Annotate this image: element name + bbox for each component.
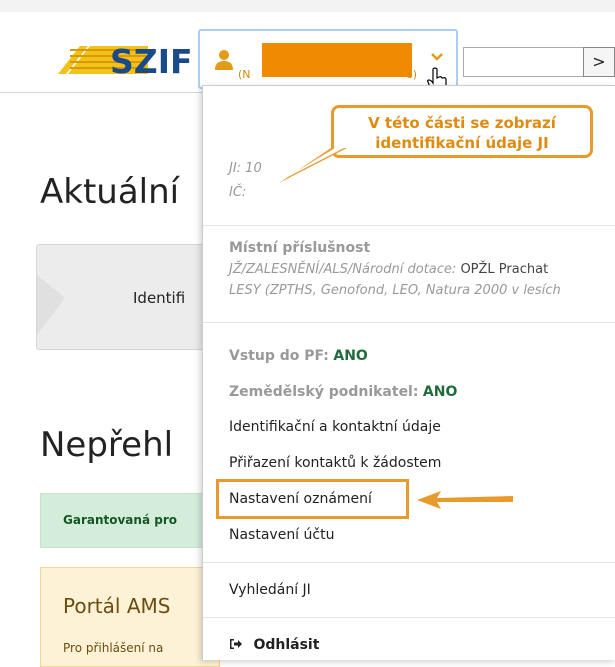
menu-divider bbox=[203, 562, 615, 563]
callout-line-1: V této části se zobrazí bbox=[368, 114, 556, 132]
portal-ams-box: Portál AMS Pro přihlášení na bbox=[40, 567, 220, 667]
search-input[interactable] bbox=[463, 47, 583, 77]
pf-value: ANO bbox=[333, 348, 368, 364]
arrow-shape-icon bbox=[37, 275, 65, 335]
green-notice-text: Garantovaná pro bbox=[63, 513, 177, 527]
local-competence-title: Místní příslušnost bbox=[229, 240, 371, 256]
redacted-user-name bbox=[262, 43, 412, 77]
callout-pointer bbox=[279, 148, 347, 183]
local-label: JŽ/ZALESNĚNÍ/ALS/Národní dotace: bbox=[229, 262, 461, 277]
pf-entry: Vstup do PF: ANO bbox=[229, 348, 368, 364]
logout-item[interactable]: Odhlásit bbox=[229, 637, 319, 653]
header: SZIF (N s) > bbox=[0, 12, 615, 93]
local-competence-line-2: LESY (ZPTHS, Genofond, LEO, Natura 2000 … bbox=[229, 283, 561, 298]
pointing-arrow-icon bbox=[417, 491, 513, 509]
green-notice: Garantovaná pro bbox=[40, 493, 220, 548]
user-icon bbox=[215, 50, 233, 70]
brand-name[interactable]: SZIF bbox=[110, 42, 193, 81]
farmer-entry: Zemědělský podnikatel: ANO bbox=[229, 384, 457, 400]
pf-label: Vstup do PF: bbox=[229, 348, 329, 364]
user-dropdown-menu: V této části se zobrazí identifikační úd… bbox=[202, 85, 615, 660]
user-name-prefix: (N bbox=[238, 68, 251, 81]
menu-item-identification[interactable]: Identifikační a kontaktní údaje bbox=[229, 419, 441, 435]
heading-neprehled: Nepřehl bbox=[40, 425, 174, 465]
card-label: Identifi bbox=[133, 289, 186, 307]
chevron-down-icon[interactable] bbox=[430, 51, 444, 63]
user-menu-button[interactable]: (N s) bbox=[198, 29, 458, 89]
portal-ams-text: Pro přihlášení na bbox=[63, 641, 164, 655]
menu-item-account[interactable]: Nastavení účtu bbox=[229, 527, 334, 543]
farmer-value: ANO bbox=[422, 384, 458, 400]
portal-ams-title: Portál AMS bbox=[63, 594, 171, 618]
menu-item-contacts[interactable]: Přiřazení kontaktů k žádostem bbox=[229, 455, 441, 471]
heading-aktualni: Aktuální bbox=[40, 172, 180, 212]
user-name-suffix: s) bbox=[407, 68, 418, 81]
local-competence-line-1: JŽ/ZALESNĚNÍ/ALS/Národní dotace: OPŽL Pr… bbox=[229, 262, 548, 277]
farmer-label: Zemědělský podnikatel: bbox=[229, 384, 419, 400]
highlight-box bbox=[216, 479, 409, 519]
ji-value: JI: 10 bbox=[229, 161, 262, 176]
menu-divider bbox=[203, 617, 615, 618]
menu-divider bbox=[203, 322, 615, 323]
search-button[interactable]: > bbox=[583, 47, 615, 77]
logout-label: Odhlásit bbox=[253, 637, 320, 653]
logout-icon bbox=[230, 639, 242, 649]
top-strip bbox=[0, 0, 615, 12]
menu-item-search-ji[interactable]: Vyhledání JI bbox=[229, 582, 311, 598]
local-value: OPŽL Prachat bbox=[460, 262, 549, 277]
menu-divider bbox=[203, 225, 615, 226]
ic-value: IČ: bbox=[229, 185, 247, 200]
